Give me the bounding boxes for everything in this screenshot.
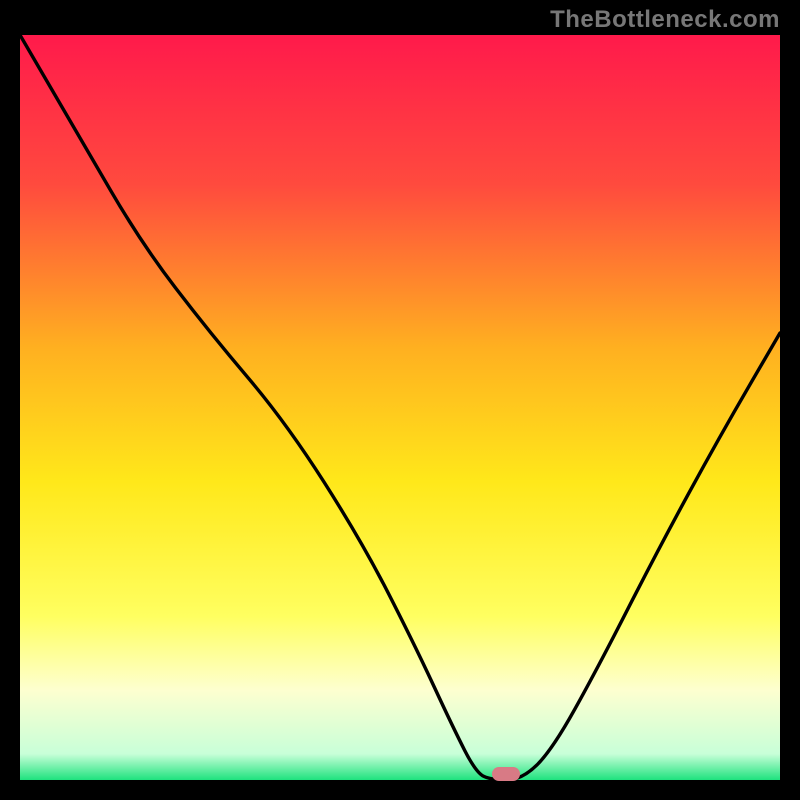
watermark-text: TheBottleneck.com	[550, 6, 780, 34]
chart-frame: TheBottleneck.com	[0, 0, 800, 800]
bottleneck-curve	[20, 35, 780, 780]
plot-area	[20, 35, 780, 780]
optimal-marker	[492, 767, 520, 781]
